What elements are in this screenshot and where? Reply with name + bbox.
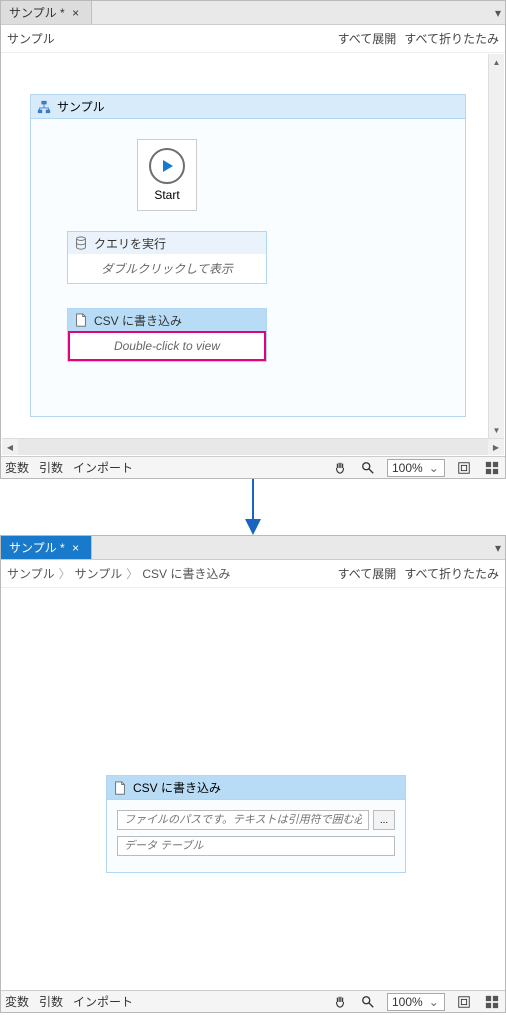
activity-hint: ダブルクリックして表示 bbox=[101, 262, 233, 276]
expand-all-link[interactable]: すべて展開 bbox=[338, 565, 397, 582]
browse-button[interactable]: ... bbox=[373, 810, 395, 830]
bottom-toolbar: 変数 引数 インポート 100% ⌄ bbox=[1, 990, 505, 1012]
scroll-left-icon[interactable]: ◀ bbox=[2, 439, 18, 455]
tab-sample[interactable]: サンプル * × bbox=[1, 1, 92, 24]
tab-label: サンプル * bbox=[9, 539, 65, 556]
breadcrumb: サンプル 〉 サンプル 〉 CSV に書き込み bbox=[7, 565, 230, 582]
arguments-tab[interactable]: 引数 bbox=[39, 459, 63, 476]
activity-title: クエリを実行 bbox=[94, 235, 166, 252]
arguments-tab[interactable]: 引数 bbox=[39, 993, 63, 1010]
play-icon bbox=[149, 148, 185, 184]
tab-bar: サンプル * × ▾ bbox=[1, 1, 505, 25]
variables-tab[interactable]: 変数 bbox=[5, 993, 29, 1010]
activity-header[interactable]: CSV に書き込み bbox=[107, 776, 405, 800]
flowchart-icon bbox=[37, 100, 51, 114]
start-label: Start bbox=[154, 188, 179, 202]
activity-body[interactable]: ダブルクリックして表示 bbox=[68, 254, 266, 283]
activity-body[interactable]: Double-click to view bbox=[68, 331, 266, 361]
activity-hint: Double-click to view bbox=[114, 339, 220, 353]
horizontal-scrollbar[interactable]: ◀ ▶ bbox=[2, 438, 504, 455]
imports-tab[interactable]: インポート bbox=[73, 993, 133, 1010]
variables-tab[interactable]: 変数 bbox=[5, 459, 29, 476]
zoom-level-selector[interactable]: 100% ⌄ bbox=[387, 459, 445, 477]
activity-write-csv-expanded[interactable]: CSV に書き込み ... bbox=[106, 775, 406, 873]
breadcrumb-item[interactable]: サンプル bbox=[75, 565, 123, 582]
zoom-icon[interactable] bbox=[359, 459, 377, 477]
overview-icon[interactable] bbox=[483, 459, 501, 477]
canvas[interactable]: サンプル Start クエリを実行 ダブルクリックして表示 bbox=[2, 54, 504, 438]
activity-title: CSV に書き込み bbox=[133, 779, 221, 796]
data-table-input[interactable] bbox=[117, 836, 395, 856]
activity-title: CSV に書き込み bbox=[94, 312, 182, 329]
scroll-track[interactable] bbox=[18, 439, 488, 455]
flowchart-header[interactable]: サンプル bbox=[31, 95, 465, 119]
expand-all-link[interactable]: すべて展開 bbox=[338, 30, 397, 47]
database-icon bbox=[74, 236, 88, 250]
zoom-value: 100% bbox=[392, 461, 423, 475]
tab-sample[interactable]: サンプル * × bbox=[1, 536, 92, 559]
collapse-all-link[interactable]: すべて折りたたみ bbox=[404, 565, 499, 582]
tab-dropdown-icon[interactable]: ▾ bbox=[495, 1, 501, 25]
close-icon[interactable]: × bbox=[69, 6, 83, 20]
workflow-panel-bottom: サンプル * × ▾ サンプル 〉 サンプル 〉 CSV に書き込み すべて展開… bbox=[0, 535, 506, 1013]
sub-toolbar: サンプル すべて展開 すべて折りたたみ bbox=[1, 25, 505, 53]
tab-dropdown-icon[interactable]: ▾ bbox=[495, 536, 501, 560]
scroll-up-icon[interactable]: ▲ bbox=[489, 54, 504, 70]
canvas[interactable]: CSV に書き込み ... bbox=[2, 589, 504, 990]
csv-file-icon bbox=[74, 313, 88, 327]
panel-title: サンプル bbox=[7, 30, 55, 47]
flowchart-container[interactable]: サンプル Start クエリを実行 ダブルクリックして表示 bbox=[30, 94, 466, 417]
scroll-right-icon[interactable]: ▶ bbox=[488, 439, 504, 455]
close-icon[interactable]: × bbox=[69, 541, 83, 555]
chevron-down-icon: ⌄ bbox=[429, 995, 439, 1009]
vertical-scrollbar[interactable]: ▲ ▼ bbox=[488, 54, 504, 438]
activity-header: CSV に書き込み bbox=[68, 309, 266, 331]
workflow-panel-top: サンプル * × ▾ サンプル すべて展開 すべて折りたたみ サンプル Star… bbox=[0, 0, 506, 479]
chevron-right-icon: 〉 bbox=[59, 565, 71, 582]
tab-label: サンプル * bbox=[9, 4, 65, 21]
sub-toolbar: サンプル 〉 サンプル 〉 CSV に書き込み すべて展開 すべて折りたたみ bbox=[1, 560, 505, 588]
breadcrumb-current: CSV に書き込み bbox=[142, 565, 230, 582]
file-path-input[interactable] bbox=[117, 810, 369, 830]
chevron-right-icon: 〉 bbox=[126, 565, 138, 582]
imports-tab[interactable]: インポート bbox=[73, 459, 133, 476]
activity-write-csv[interactable]: CSV に書き込み Double-click to view bbox=[67, 308, 267, 362]
bottom-toolbar: 変数 引数 インポート 100% ⌄ bbox=[1, 456, 505, 478]
activity-execute-query[interactable]: クエリを実行 ダブルクリックして表示 bbox=[67, 231, 267, 284]
activity-body: ... bbox=[107, 800, 405, 872]
collapse-all-link[interactable]: すべて折りたたみ bbox=[404, 30, 499, 47]
start-node[interactable]: Start bbox=[137, 139, 197, 211]
scroll-down-icon[interactable]: ▼ bbox=[489, 422, 504, 438]
tab-bar: サンプル * × ▾ bbox=[1, 536, 505, 560]
fit-to-screen-icon[interactable] bbox=[455, 459, 473, 477]
transition-arrow bbox=[0, 479, 506, 535]
chevron-down-icon: ⌄ bbox=[429, 461, 439, 475]
overview-icon[interactable] bbox=[483, 993, 501, 1011]
breadcrumb-item[interactable]: サンプル bbox=[7, 565, 55, 582]
zoom-icon[interactable] bbox=[359, 993, 377, 1011]
zoom-level-selector[interactable]: 100% ⌄ bbox=[387, 993, 445, 1011]
csv-file-icon bbox=[113, 781, 127, 795]
flowchart-title: サンプル bbox=[57, 98, 105, 115]
flowchart-body[interactable]: Start クエリを実行 ダブルクリックして表示 CSV に書き込み bbox=[31, 119, 465, 416]
activity-header: クエリを実行 bbox=[68, 232, 266, 254]
zoom-value: 100% bbox=[392, 995, 423, 1009]
pan-icon[interactable] bbox=[331, 459, 349, 477]
fit-to-screen-icon[interactable] bbox=[455, 993, 473, 1011]
pan-icon[interactable] bbox=[331, 993, 349, 1011]
